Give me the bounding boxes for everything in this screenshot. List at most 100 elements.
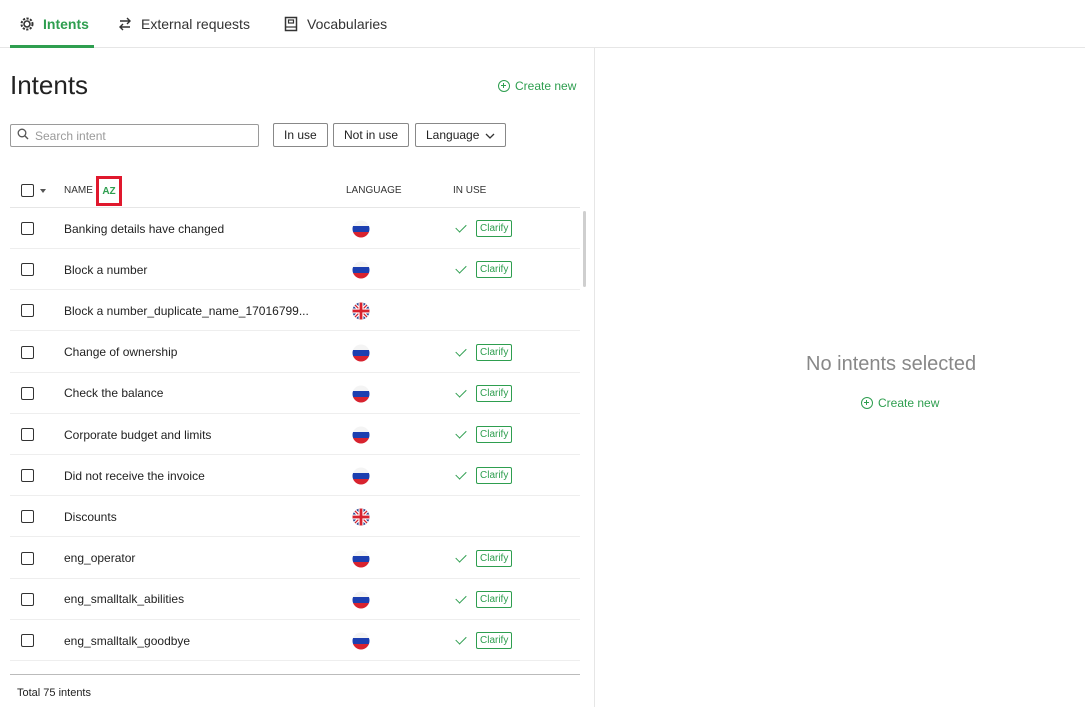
- sort-az-icon[interactable]: AZ: [96, 176, 122, 206]
- row-checkbox[interactable]: [21, 428, 34, 441]
- flag-uk-icon: [352, 302, 370, 320]
- table-row[interactable]: Block a number_duplicate_name_17016799..…: [10, 290, 580, 332]
- intent-name: Discounts: [64, 509, 117, 524]
- search-icon: [17, 128, 29, 143]
- page-title: Intents: [10, 70, 89, 100]
- select-all-checkbox[interactable]: [21, 184, 34, 197]
- checkmark-icon: [455, 427, 467, 439]
- intent-name: Check the balance: [64, 386, 164, 401]
- search-input[interactable]: [35, 128, 245, 143]
- flag-ru-icon: [352, 632, 370, 650]
- row-checkbox[interactable]: [21, 386, 34, 400]
- checkmark-icon: [455, 344, 467, 357]
- checkmark-icon: [455, 468, 467, 480]
- in-use-cell: Clarify: [455, 332, 513, 373]
- checkmark-icon: [455, 262, 467, 274]
- row-checkbox[interactable]: [21, 469, 34, 483]
- scenario-badge[interactable]: Clarify: [476, 590, 513, 608]
- scenario-badge[interactable]: Clarify: [476, 220, 513, 237]
- flag-ru-icon: [352, 426, 370, 444]
- row-checkbox[interactable]: [21, 592, 34, 606]
- column-language: LANGUAGE: [346, 185, 402, 196]
- table-row[interactable]: Did not receive the invoice Clarify: [10, 455, 580, 497]
- flag-ru-icon: [352, 385, 370, 403]
- table-row[interactable]: Block a number Clarify: [10, 249, 580, 291]
- checkmark-icon: [455, 592, 467, 604]
- table-header: NAME AZ LANGUAGE IN USE: [10, 173, 580, 208]
- language-dropdown[interactable]: Language: [415, 123, 507, 147]
- in-use-cell: Clarify: [455, 373, 513, 414]
- not-in-use-filter-button[interactable]: Not in use: [333, 123, 410, 147]
- row-checkbox[interactable]: [21, 551, 34, 565]
- flag-ru-icon: [352, 467, 370, 485]
- search-field[interactable]: [10, 124, 259, 147]
- scenario-badge[interactable]: Clarify: [476, 343, 513, 361]
- tab-external-requests[interactable]: External requests: [117, 0, 250, 48]
- create-new-label: Create new: [515, 79, 577, 93]
- tab-vocabularies[interactable]: Vocabularies: [283, 0, 387, 48]
- scenario-badge[interactable]: Clarify: [476, 384, 513, 402]
- checkmark-icon: [455, 550, 467, 563]
- intent-name: eng_smalltalk_abilities: [64, 592, 185, 607]
- table-row[interactable]: eng_operator Clarify: [10, 538, 580, 579]
- list-scrollbar[interactable]: [583, 211, 586, 287]
- intent-name: Banking details have changed: [64, 221, 225, 236]
- intent-name: Corporate budget and limits: [64, 427, 212, 442]
- caret-down-icon[interactable]: [40, 188, 46, 193]
- table-row[interactable]: Corporate budget and limits Clarify: [10, 414, 580, 455]
- create-new-button[interactable]: Create new: [498, 79, 576, 93]
- swap-arrows-icon: [117, 16, 133, 32]
- scenario-badge[interactable]: Clarify: [476, 467, 513, 485]
- flag-uk-icon: [352, 508, 370, 526]
- table-row[interactable]: Discounts: [10, 496, 580, 538]
- gear-icon: [19, 16, 35, 32]
- row-checkbox[interactable]: [21, 345, 34, 359]
- tab-intents[interactable]: Intents: [19, 0, 89, 48]
- intents-list-panel: Intents Create new In use Not in use Lan…: [0, 48, 595, 707]
- flag-ru-icon: [352, 550, 370, 568]
- tab-label: Vocabularies: [307, 16, 388, 32]
- total-count: Total 75 intents: [10, 674, 580, 699]
- flag-ru-icon: [352, 344, 370, 362]
- scenario-badge[interactable]: Clarify: [476, 261, 513, 279]
- in-use-filter-button[interactable]: In use: [273, 123, 328, 147]
- select-all-control[interactable]: [21, 173, 46, 208]
- tab-label: External requests: [141, 16, 250, 32]
- flag-ru-icon: [352, 591, 370, 609]
- in-use-cell: Clarify: [455, 538, 513, 579]
- detail-create-new-button[interactable]: Create new: [861, 396, 939, 410]
- intent-name: Block a number_duplicate_name_17016799..…: [64, 303, 309, 318]
- row-checkbox[interactable]: [21, 634, 34, 647]
- top-tabs: Intents External requests Vocabularies: [0, 0, 1085, 48]
- table-row[interactable]: Check the balance Clarify: [10, 373, 580, 414]
- chevron-down-icon: [485, 128, 495, 142]
- flag-ru-icon: [352, 261, 370, 279]
- table-row[interactable]: eng_smalltalk_goodbye Clarify: [10, 620, 580, 661]
- empty-state-title: No intents selected: [806, 353, 977, 375]
- intent-name: eng_operator: [64, 551, 136, 566]
- in-use-cell: Clarify: [455, 249, 513, 290]
- sort-az-label: AZ: [102, 185, 116, 197]
- row-checkbox[interactable]: [21, 222, 34, 235]
- in-use-cell: Clarify: [455, 620, 513, 661]
- create-new-label: Create new: [878, 396, 940, 410]
- in-use-cell: Clarify: [455, 579, 513, 620]
- intents-table-body: Banking details have changed Clarify Block…: [10, 208, 580, 675]
- language-dropdown-label: Language: [426, 128, 480, 142]
- scenario-badge[interactable]: Clarify: [476, 549, 513, 567]
- row-checkbox[interactable]: [21, 263, 34, 277]
- table-row[interactable]: Change of ownership Clarify: [10, 332, 580, 373]
- intent-name: Change of ownership: [64, 345, 178, 360]
- row-checkbox[interactable]: [21, 304, 34, 318]
- checkmark-icon: [455, 386, 467, 398]
- table-row[interactable]: Banking details have changed Clarify: [10, 208, 580, 249]
- intent-name: Block a number: [64, 262, 148, 277]
- in-use-cell: Clarify: [455, 455, 513, 496]
- checkmark-icon: [455, 633, 467, 645]
- scenario-badge[interactable]: Clarify: [476, 426, 513, 443]
- row-checkbox[interactable]: [21, 510, 34, 524]
- book-icon: [283, 16, 299, 32]
- checkmark-icon: [455, 221, 467, 233]
- table-row[interactable]: eng_smalltalk_abilities Clarify: [10, 579, 580, 620]
- scenario-badge[interactable]: Clarify: [476, 632, 513, 649]
